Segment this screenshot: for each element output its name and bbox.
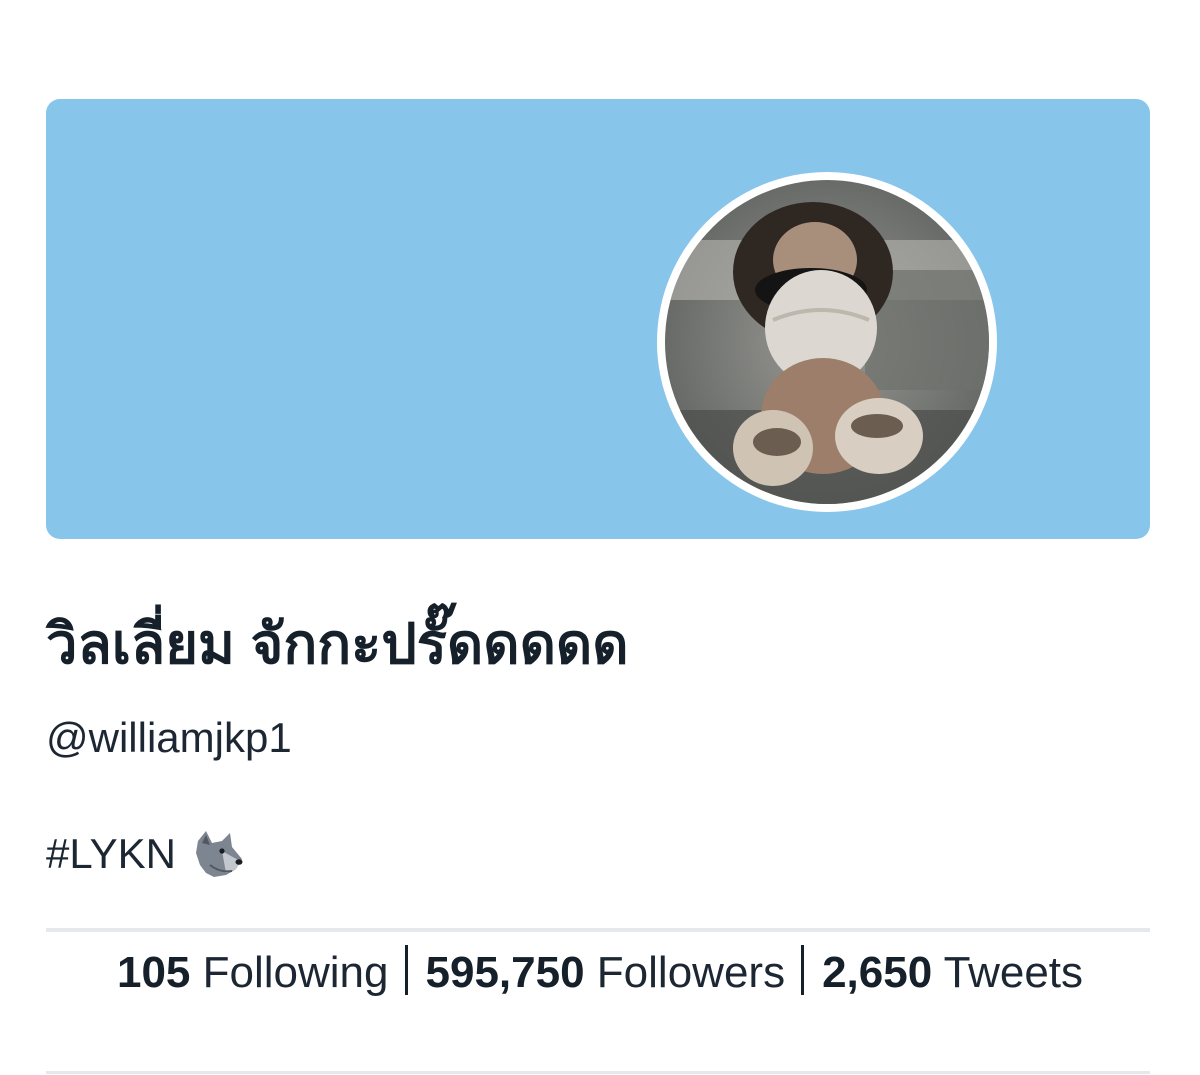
avatar-photo: [665, 180, 989, 504]
tweets-stat[interactable]: 2,650 Tweets: [822, 948, 1083, 997]
wolf-icon: [195, 831, 243, 877]
bio: #LYKN: [46, 822, 246, 886]
following-label: Following: [202, 948, 389, 997]
tweets-count: 2,650: [822, 948, 933, 997]
divider-top: [46, 928, 1150, 932]
tweets-label: Tweets: [943, 948, 1084, 997]
user-handle[interactable]: @williamjkp1: [46, 710, 292, 766]
divider-bottom: [46, 1071, 1150, 1074]
followers-label: Followers: [596, 948, 786, 997]
profile-stats: 105 Following 595,750 Followers 2,650 Twee…: [80, 936, 1120, 1010]
avatar[interactable]: [657, 172, 997, 512]
followers-stat[interactable]: 595,750 Followers: [426, 948, 786, 997]
profile-card: วิลเลี่ยม จักกะปรั๊ดดดดด @williamjkp1 #L…: [0, 0, 1200, 1075]
stat-separator: [404, 945, 408, 995]
followers-count: 595,750: [425, 948, 585, 997]
display-name: วิลเลี่ยม จักกะปรั๊ดดดดด: [46, 612, 629, 675]
following-stat[interactable]: 105 Following: [117, 948, 389, 997]
following-count: 105: [116, 948, 191, 997]
bio-hashtag[interactable]: #LYKN: [46, 822, 176, 886]
stat-separator: [801, 945, 805, 995]
